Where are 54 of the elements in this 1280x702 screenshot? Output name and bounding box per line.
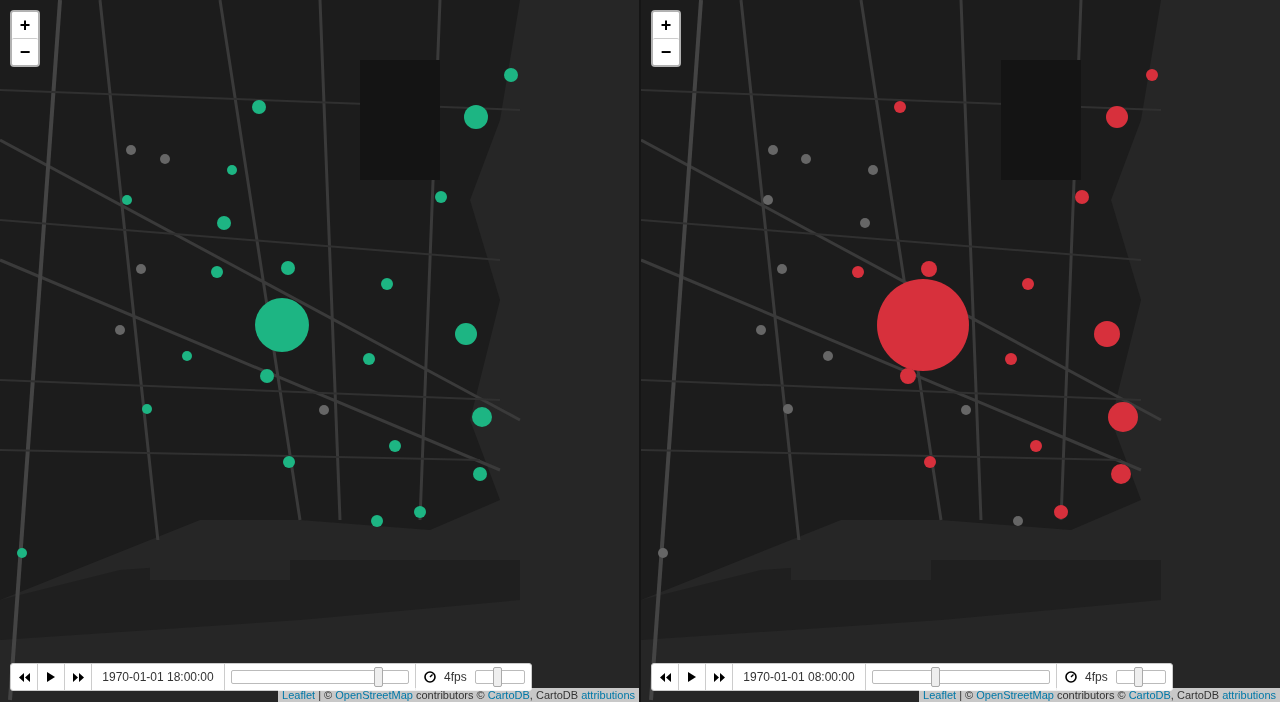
map-marker[interactable] [823, 351, 833, 361]
speedometer-icon [1065, 671, 1077, 683]
fast-forward-icon [713, 672, 725, 682]
map-marker[interactable] [763, 195, 773, 205]
map-marker[interactable] [1013, 516, 1023, 526]
map-marker[interactable] [160, 154, 170, 164]
map-marker[interactable] [227, 165, 237, 175]
map-marker[interactable] [658, 548, 668, 558]
map-marker[interactable] [136, 264, 146, 274]
fast-forward-icon [72, 672, 84, 682]
map-marker[interactable] [319, 405, 329, 415]
map-marker[interactable] [182, 351, 192, 361]
map-marker[interactable] [961, 405, 971, 415]
slider-thumb[interactable] [1134, 667, 1144, 687]
map-marker[interactable] [142, 404, 152, 414]
map-marker[interactable] [860, 218, 870, 228]
fps-label: 4fps [444, 670, 467, 684]
attribution-text: Leaflet | © OpenStreetMap contributors © CartoDB, CartoDB attributions [278, 688, 639, 702]
map-marker[interactable] [756, 325, 766, 335]
slider-thumb[interactable] [930, 667, 940, 687]
map-marker[interactable] [126, 145, 136, 155]
map-marker[interactable] [801, 154, 811, 164]
time-slider[interactable] [231, 670, 409, 684]
attribution-link[interactable]: Leaflet [923, 689, 957, 701]
attribution-link[interactable]: attributions [581, 689, 635, 701]
rewind-icon [18, 672, 30, 682]
speed-slider[interactable] [1115, 670, 1166, 684]
attribution-link[interactable]: CartoDB [1128, 689, 1171, 701]
attribution-link[interactable]: Leaflet [282, 689, 316, 701]
map-marker[interactable] [17, 548, 27, 558]
slider-thumb[interactable] [493, 667, 503, 687]
attribution-link[interactable]: OpenStreetMap [976, 689, 1054, 701]
speedometer-icon [424, 671, 436, 683]
map-marker[interactable] [768, 145, 778, 155]
map-marker[interactable] [115, 325, 125, 335]
attribution-link[interactable]: attributions [1222, 689, 1276, 701]
map-marker[interactable] [868, 165, 878, 175]
fps-label: 4fps [1085, 670, 1108, 684]
time-slider[interactable] [872, 670, 1050, 684]
play-icon [47, 672, 55, 682]
attribution-link[interactable]: CartoDB [487, 689, 530, 701]
map-marker[interactable] [777, 264, 787, 274]
attribution-link[interactable]: OpenStreetMap [335, 689, 413, 701]
zoom-out-button[interactable]: − [653, 38, 679, 65]
attribution-text: Leaflet | © OpenStreetMap contributors © CartoDB, CartoDB attributions [919, 688, 1280, 702]
play-icon [688, 672, 696, 682]
rewind-icon [659, 672, 671, 682]
time-display: 1970-01-01 08:00:00 [733, 664, 866, 690]
map-marker[interactable] [122, 195, 132, 205]
time-display: 1970-01-01 18:00:00 [92, 664, 225, 690]
map-marker[interactable] [783, 404, 793, 414]
speed-slider[interactable] [474, 670, 525, 684]
slider-thumb[interactable] [374, 667, 384, 687]
zoom-out-button[interactable]: − [12, 38, 38, 65]
